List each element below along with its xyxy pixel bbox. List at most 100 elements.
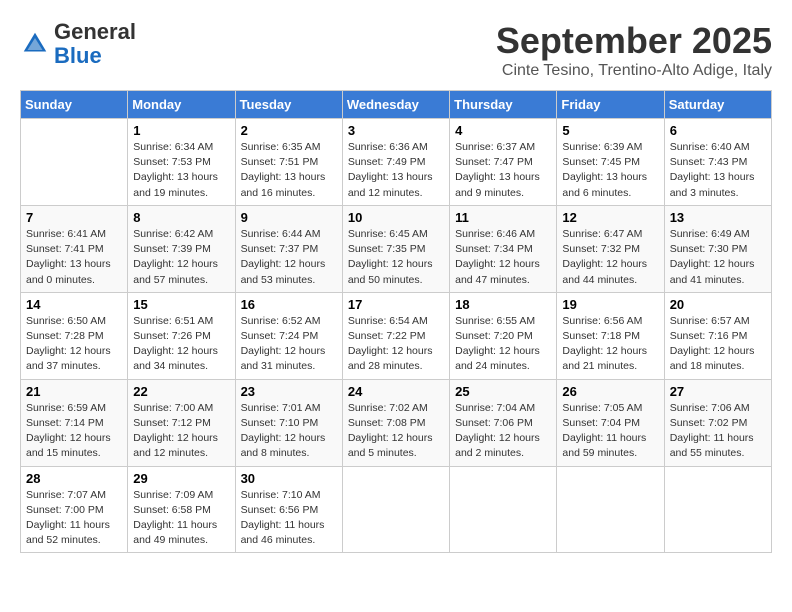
calendar-cell <box>342 466 449 553</box>
calendar-cell: 7 Sunrise: 6:41 AMSunset: 7:41 PMDaylight… <box>21 205 128 292</box>
day-number: 15 <box>133 297 229 312</box>
day-info: Sunrise: 6:35 AMSunset: 7:51 PMDaylight:… <box>241 140 337 201</box>
day-number: 24 <box>348 384 444 399</box>
day-number: 27 <box>670 384 766 399</box>
day-info: Sunrise: 7:00 AMSunset: 7:12 PMDaylight:… <box>133 401 229 462</box>
day-info: Sunrise: 6:50 AMSunset: 7:28 PMDaylight:… <box>26 314 122 375</box>
weekday-header-tuesday: Tuesday <box>235 91 342 119</box>
day-number: 4 <box>455 123 551 138</box>
day-info: Sunrise: 7:05 AMSunset: 7:04 PMDaylight:… <box>562 401 658 462</box>
day-number: 22 <box>133 384 229 399</box>
day-info: Sunrise: 6:44 AMSunset: 7:37 PMDaylight:… <box>241 227 337 288</box>
day-info: Sunrise: 7:04 AMSunset: 7:06 PMDaylight:… <box>455 401 551 462</box>
day-number: 2 <box>241 123 337 138</box>
calendar-cell: 29 Sunrise: 7:09 AMSunset: 6:58 PMDayligh… <box>128 466 235 553</box>
day-number: 28 <box>26 471 122 486</box>
calendar-cell: 27 Sunrise: 7:06 AMSunset: 7:02 PMDayligh… <box>664 379 771 466</box>
day-info: Sunrise: 6:51 AMSunset: 7:26 PMDaylight:… <box>133 314 229 375</box>
day-info: Sunrise: 6:49 AMSunset: 7:30 PMDaylight:… <box>670 227 766 288</box>
calendar-cell: 18Sunrise: 6:55 AMSunset: 7:20 PMDayligh… <box>450 292 557 379</box>
calendar-cell: 22 Sunrise: 7:00 AMSunset: 7:12 PMDayligh… <box>128 379 235 466</box>
month-title: September 2025 <box>496 20 772 62</box>
calendar-cell: 30 Sunrise: 7:10 AMSunset: 6:56 PMDayligh… <box>235 466 342 553</box>
day-info: Sunrise: 6:42 AMSunset: 7:39 PMDaylight:… <box>133 227 229 288</box>
calendar-week-row: 7 Sunrise: 6:41 AMSunset: 7:41 PMDaylight… <box>21 205 772 292</box>
calendar-cell: 4 Sunrise: 6:37 AMSunset: 7:47 PMDaylight… <box>450 119 557 206</box>
calendar-cell: 23 Sunrise: 7:01 AMSunset: 7:10 PMDayligh… <box>235 379 342 466</box>
calendar-week-row: 21 Sunrise: 6:59 AMSunset: 7:14 PMDayligh… <box>21 379 772 466</box>
calendar-cell <box>664 466 771 553</box>
calendar-cell: 21 Sunrise: 6:59 AMSunset: 7:14 PMDayligh… <box>21 379 128 466</box>
calendar-cell: 6Sunrise: 6:40 AMSunset: 7:43 PMDaylight… <box>664 119 771 206</box>
day-info: Sunrise: 6:39 AMSunset: 7:45 PMDaylight:… <box>562 140 658 201</box>
calendar-cell: 17 Sunrise: 6:54 AMSunset: 7:22 PMDayligh… <box>342 292 449 379</box>
day-info: Sunrise: 7:06 AMSunset: 7:02 PMDaylight:… <box>670 401 766 462</box>
day-number: 7 <box>26 210 122 225</box>
day-number: 25 <box>455 384 551 399</box>
weekday-header-friday: Friday <box>557 91 664 119</box>
weekday-header-row: SundayMondayTuesdayWednesdayThursdayFrid… <box>21 91 772 119</box>
day-number: 18 <box>455 297 551 312</box>
title-block: September 2025 Cinte Tesino, Trentino-Al… <box>496 20 772 80</box>
calendar-cell: 11Sunrise: 6:46 AMSunset: 7:34 PMDayligh… <box>450 205 557 292</box>
calendar-cell: 19 Sunrise: 6:56 AMSunset: 7:18 PMDayligh… <box>557 292 664 379</box>
day-number: 6 <box>670 123 766 138</box>
day-number: 30 <box>241 471 337 486</box>
day-info: Sunrise: 7:10 AMSunset: 6:56 PMDaylight:… <box>241 488 337 549</box>
logo-blue: Blue <box>54 43 102 68</box>
day-info: Sunrise: 6:34 AMSunset: 7:53 PMDaylight:… <box>133 140 229 201</box>
calendar-cell: 5 Sunrise: 6:39 AMSunset: 7:45 PMDaylight… <box>557 119 664 206</box>
day-number: 19 <box>562 297 658 312</box>
day-number: 8 <box>133 210 229 225</box>
calendar-cell: 25 Sunrise: 7:04 AMSunset: 7:06 PMDayligh… <box>450 379 557 466</box>
day-number: 26 <box>562 384 658 399</box>
day-info: Sunrise: 7:09 AMSunset: 6:58 PMDaylight:… <box>133 488 229 549</box>
calendar-cell: 9 Sunrise: 6:44 AMSunset: 7:37 PMDaylight… <box>235 205 342 292</box>
page-header: General Blue September 2025 Cinte Tesino… <box>20 20 772 80</box>
day-info: Sunrise: 7:07 AMSunset: 7:00 PMDaylight:… <box>26 488 122 549</box>
day-info: Sunrise: 6:45 AMSunset: 7:35 PMDaylight:… <box>348 227 444 288</box>
weekday-header-wednesday: Wednesday <box>342 91 449 119</box>
calendar-cell: 3Sunrise: 6:36 AMSunset: 7:49 PMDaylight… <box>342 119 449 206</box>
day-number: 9 <box>241 210 337 225</box>
calendar-cell <box>21 119 128 206</box>
day-info: Sunrise: 7:01 AMSunset: 7:10 PMDaylight:… <box>241 401 337 462</box>
day-number: 3 <box>348 123 444 138</box>
calendar-cell: 16Sunrise: 6:52 AMSunset: 7:24 PMDayligh… <box>235 292 342 379</box>
day-info: Sunrise: 6:37 AMSunset: 7:47 PMDaylight:… <box>455 140 551 201</box>
weekday-header-saturday: Saturday <box>664 91 771 119</box>
day-info: Sunrise: 6:47 AMSunset: 7:32 PMDaylight:… <box>562 227 658 288</box>
day-info: Sunrise: 6:54 AMSunset: 7:22 PMDaylight:… <box>348 314 444 375</box>
day-number: 10 <box>348 210 444 225</box>
day-number: 23 <box>241 384 337 399</box>
weekday-header-thursday: Thursday <box>450 91 557 119</box>
day-number: 1 <box>133 123 229 138</box>
day-number: 29 <box>133 471 229 486</box>
day-number: 14 <box>26 297 122 312</box>
day-info: Sunrise: 6:46 AMSunset: 7:34 PMDaylight:… <box>455 227 551 288</box>
day-info: Sunrise: 6:41 AMSunset: 7:41 PMDaylight:… <box>26 227 122 288</box>
day-number: 17 <box>348 297 444 312</box>
day-info: Sunrise: 6:57 AMSunset: 7:16 PMDaylight:… <box>670 314 766 375</box>
logo-general: General <box>54 19 136 44</box>
calendar-cell <box>450 466 557 553</box>
calendar-cell: 28 Sunrise: 7:07 AMSunset: 7:00 PMDayligh… <box>21 466 128 553</box>
calendar-cell: 15 Sunrise: 6:51 AMSunset: 7:26 PMDayligh… <box>128 292 235 379</box>
calendar-cell: 8 Sunrise: 6:42 AMSunset: 7:39 PMDaylight… <box>128 205 235 292</box>
day-info: Sunrise: 7:02 AMSunset: 7:08 PMDaylight:… <box>348 401 444 462</box>
calendar-cell: 10 Sunrise: 6:45 AMSunset: 7:35 PMDayligh… <box>342 205 449 292</box>
calendar-cell <box>557 466 664 553</box>
calendar-week-row: 14 Sunrise: 6:50 AMSunset: 7:28 PMDayligh… <box>21 292 772 379</box>
day-number: 5 <box>562 123 658 138</box>
calendar-table: SundayMondayTuesdayWednesdayThursdayFrid… <box>20 90 772 553</box>
calendar-cell: 1 Sunrise: 6:34 AMSunset: 7:53 PMDaylight… <box>128 119 235 206</box>
calendar-cell: 13Sunrise: 6:49 AMSunset: 7:30 PMDayligh… <box>664 205 771 292</box>
day-info: Sunrise: 6:56 AMSunset: 7:18 PMDaylight:… <box>562 314 658 375</box>
calendar-week-row: 1 Sunrise: 6:34 AMSunset: 7:53 PMDaylight… <box>21 119 772 206</box>
day-number: 16 <box>241 297 337 312</box>
calendar-cell: 24 Sunrise: 7:02 AMSunset: 7:08 PMDayligh… <box>342 379 449 466</box>
day-number: 21 <box>26 384 122 399</box>
calendar-cell: 26 Sunrise: 7:05 AMSunset: 7:04 PMDayligh… <box>557 379 664 466</box>
day-info: Sunrise: 6:59 AMSunset: 7:14 PMDaylight:… <box>26 401 122 462</box>
calendar-cell: 2 Sunrise: 6:35 AMSunset: 7:51 PMDaylight… <box>235 119 342 206</box>
